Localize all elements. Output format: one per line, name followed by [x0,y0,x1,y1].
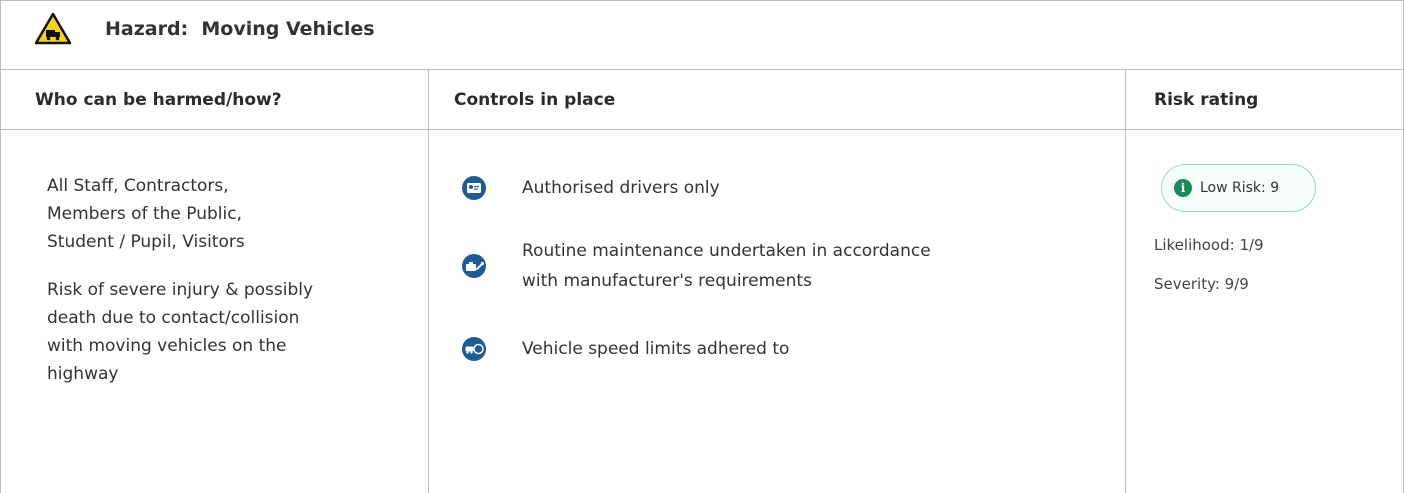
who-harmed-people: All Staff, Contractors, Members of the P… [47,172,407,256]
who-harmed-description: Risk of severe injury & possibly death d… [47,276,407,388]
info-icon: i [1174,179,1192,197]
risk-likelihood: Likelihood: 1/9 [1154,236,1264,254]
text-line: highway [47,364,119,384]
column-divider [428,70,429,493]
hazard-header: Hazard: Moving Vehicles [1,0,1403,70]
text-line: Members of the Public, [47,204,242,224]
text-line: Student / Pupil, Visitors [47,232,245,252]
text-line: death due to contact/collision [47,308,300,328]
vehicle-warning-icon [34,12,72,45]
risk-rating-badge: i Low Risk: 9 [1161,164,1316,212]
text-line: Vehicle speed limits adhered to [522,339,790,359]
toolbox-wrench-icon [462,254,486,278]
hazard-title: Hazard: Moving Vehicles [105,18,375,40]
text-line: All Staff, Contractors, [47,176,229,196]
risk-rating-label: Low Risk: 9 [1200,180,1280,196]
text-line: with manufacturer's requirements [522,271,812,291]
column-header-risk: Risk rating [1154,90,1259,110]
text-line: Routine maintenance undertaken in accord… [522,241,931,261]
control-text: Vehicle speed limits adhered to [522,334,1082,364]
text-line: Risk of severe injury & possibly [47,280,314,300]
column-header-row: Who can be harmed/how? Controls in place… [1,70,1403,130]
text-line: Authorised drivers only [522,178,720,198]
column-header-who: Who can be harmed/how? [35,90,282,110]
risk-assessment-card: Hazard: Moving Vehicles Who can be harme… [0,0,1404,493]
driver-pass-icon [462,176,486,200]
text-line: with moving vehicles on the [47,336,287,356]
column-divider [1125,70,1126,493]
control-text: Routine maintenance undertaken in accord… [522,236,1082,296]
risk-severity: Severity: 9/9 [1154,275,1249,293]
control-text: Authorised drivers only [522,173,1082,203]
column-header-controls: Controls in place [454,90,616,110]
vehicle-speed-limit-icon [462,337,486,361]
